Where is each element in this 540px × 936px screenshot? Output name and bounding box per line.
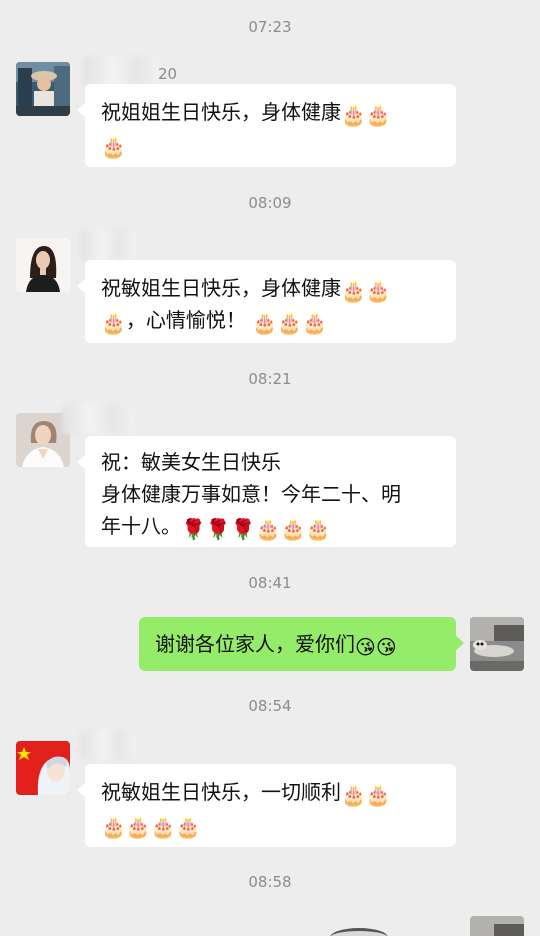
message-text: 祝敏姐生日快乐，一切顺利 [101,780,341,804]
sender-name-blurred [80,730,136,760]
message-text: 谢谢各位家人，爱你们 [155,632,355,656]
message-line: 🎂 [101,128,440,160]
timestamp: 07:23 [248,18,292,36]
cake-emoji: 🎂 [277,311,303,335]
message-bubble[interactable]: 祝：敏美女生日快乐 身体健康万事如意！今年二十、明 年十八。🌹🌹🌹🎂🎂🎂 [77,436,456,547]
kiss-emoji: 😘 [355,635,376,659]
cake-emoji: 🎂 [365,103,391,127]
cake-emoji: 🎂 [302,311,327,335]
message-text: ，心情愉悦！ [125,308,253,332]
message-text: 祝敏姐生日快乐，身体健康 [101,276,341,300]
rose-emoji: 🌹 [205,517,231,541]
cake-emoji: 🎂 [305,517,331,541]
rose-emoji: 🌹 [230,517,256,541]
cake-emoji: 🎂 [101,815,126,839]
sender-name-suffix: 20 [158,65,178,83]
cake-emoji: 🎂 [101,311,126,335]
message-line: 身体健康万事如意！今年二十、明 [101,478,440,510]
cake-emoji: 🎂 [101,135,126,159]
timestamp: 08:09 [248,194,292,212]
cake-emoji: 🎂 [365,783,391,807]
cake-emoji: 🎂 [150,815,176,839]
cake-emoji: 🎂 [280,517,306,541]
message-line: 🎂🎂🎂🎂 [101,808,440,840]
timestamp: 08:21 [248,370,292,388]
message-text: 身体健康万事如意！今年二十、明 [101,482,401,506]
sender-name-blurred [62,404,134,434]
cake-emoji: 🎂 [341,783,366,807]
message-line: 祝姐姐生日快乐，身体健康🎂🎂 [101,96,440,128]
cake-emoji: 🎂 [252,311,278,335]
message-text: 祝：敏美女生日快乐 [101,450,281,474]
message-line: 祝敏姐生日快乐，身体健康🎂🎂 [101,272,440,304]
cake-emoji: 🎂 [125,815,151,839]
image-message-partial[interactable] [330,928,388,936]
rose-emoji: 🌹 [181,517,206,541]
message-line: 祝：敏美女生日快乐 [101,446,440,478]
message-line: 谢谢各位家人，爱你们😘😘 [155,628,440,660]
timestamp: 08:41 [248,574,292,592]
timestamp: 08:58 [248,873,292,891]
cake-emoji: 🎂 [365,279,391,303]
chat-window: 07:23 20 祝姐姐生日快乐，身体健康🎂🎂 🎂 08:09 祝敏姐生日快乐，… [0,0,540,936]
self-avatar[interactable] [470,617,524,671]
message-line: 祝敏姐生日快乐，一切顺利🎂🎂 [101,776,440,808]
timestamp: 08:54 [248,697,292,715]
message-line: 年十八。🌹🌹🌹🎂🎂🎂 [101,510,440,542]
avatar[interactable] [16,741,70,795]
message-text: 年十八。 [101,514,181,538]
kiss-emoji: 😘 [375,635,397,659]
message-bubble[interactable]: 祝敏姐生日快乐，身体健康🎂🎂 🎂，心情愉悦！ 🎂🎂🎂 [77,260,456,343]
message-bubble-self[interactable]: 谢谢各位家人，爱你们😘😘 [139,617,464,671]
sender-name-blurred [82,56,160,86]
avatar[interactable] [16,238,70,292]
sender-name-blurred [80,230,136,260]
self-avatar[interactable] [470,916,524,936]
cake-emoji: 🎂 [175,815,201,839]
cake-emoji: 🎂 [255,517,281,541]
message-bubble[interactable]: 祝姐姐生日快乐，身体健康🎂🎂 🎂 [77,84,456,167]
message-text: 祝姐姐生日快乐，身体健康 [101,100,341,124]
cake-emoji: 🎂 [341,279,366,303]
message-line: 🎂，心情愉悦！ 🎂🎂🎂 [101,304,440,336]
avatar[interactable] [16,62,70,116]
cake-emoji: 🎂 [341,103,366,127]
message-bubble[interactable]: 祝敏姐生日快乐，一切顺利🎂🎂 🎂🎂🎂🎂 [77,764,456,847]
